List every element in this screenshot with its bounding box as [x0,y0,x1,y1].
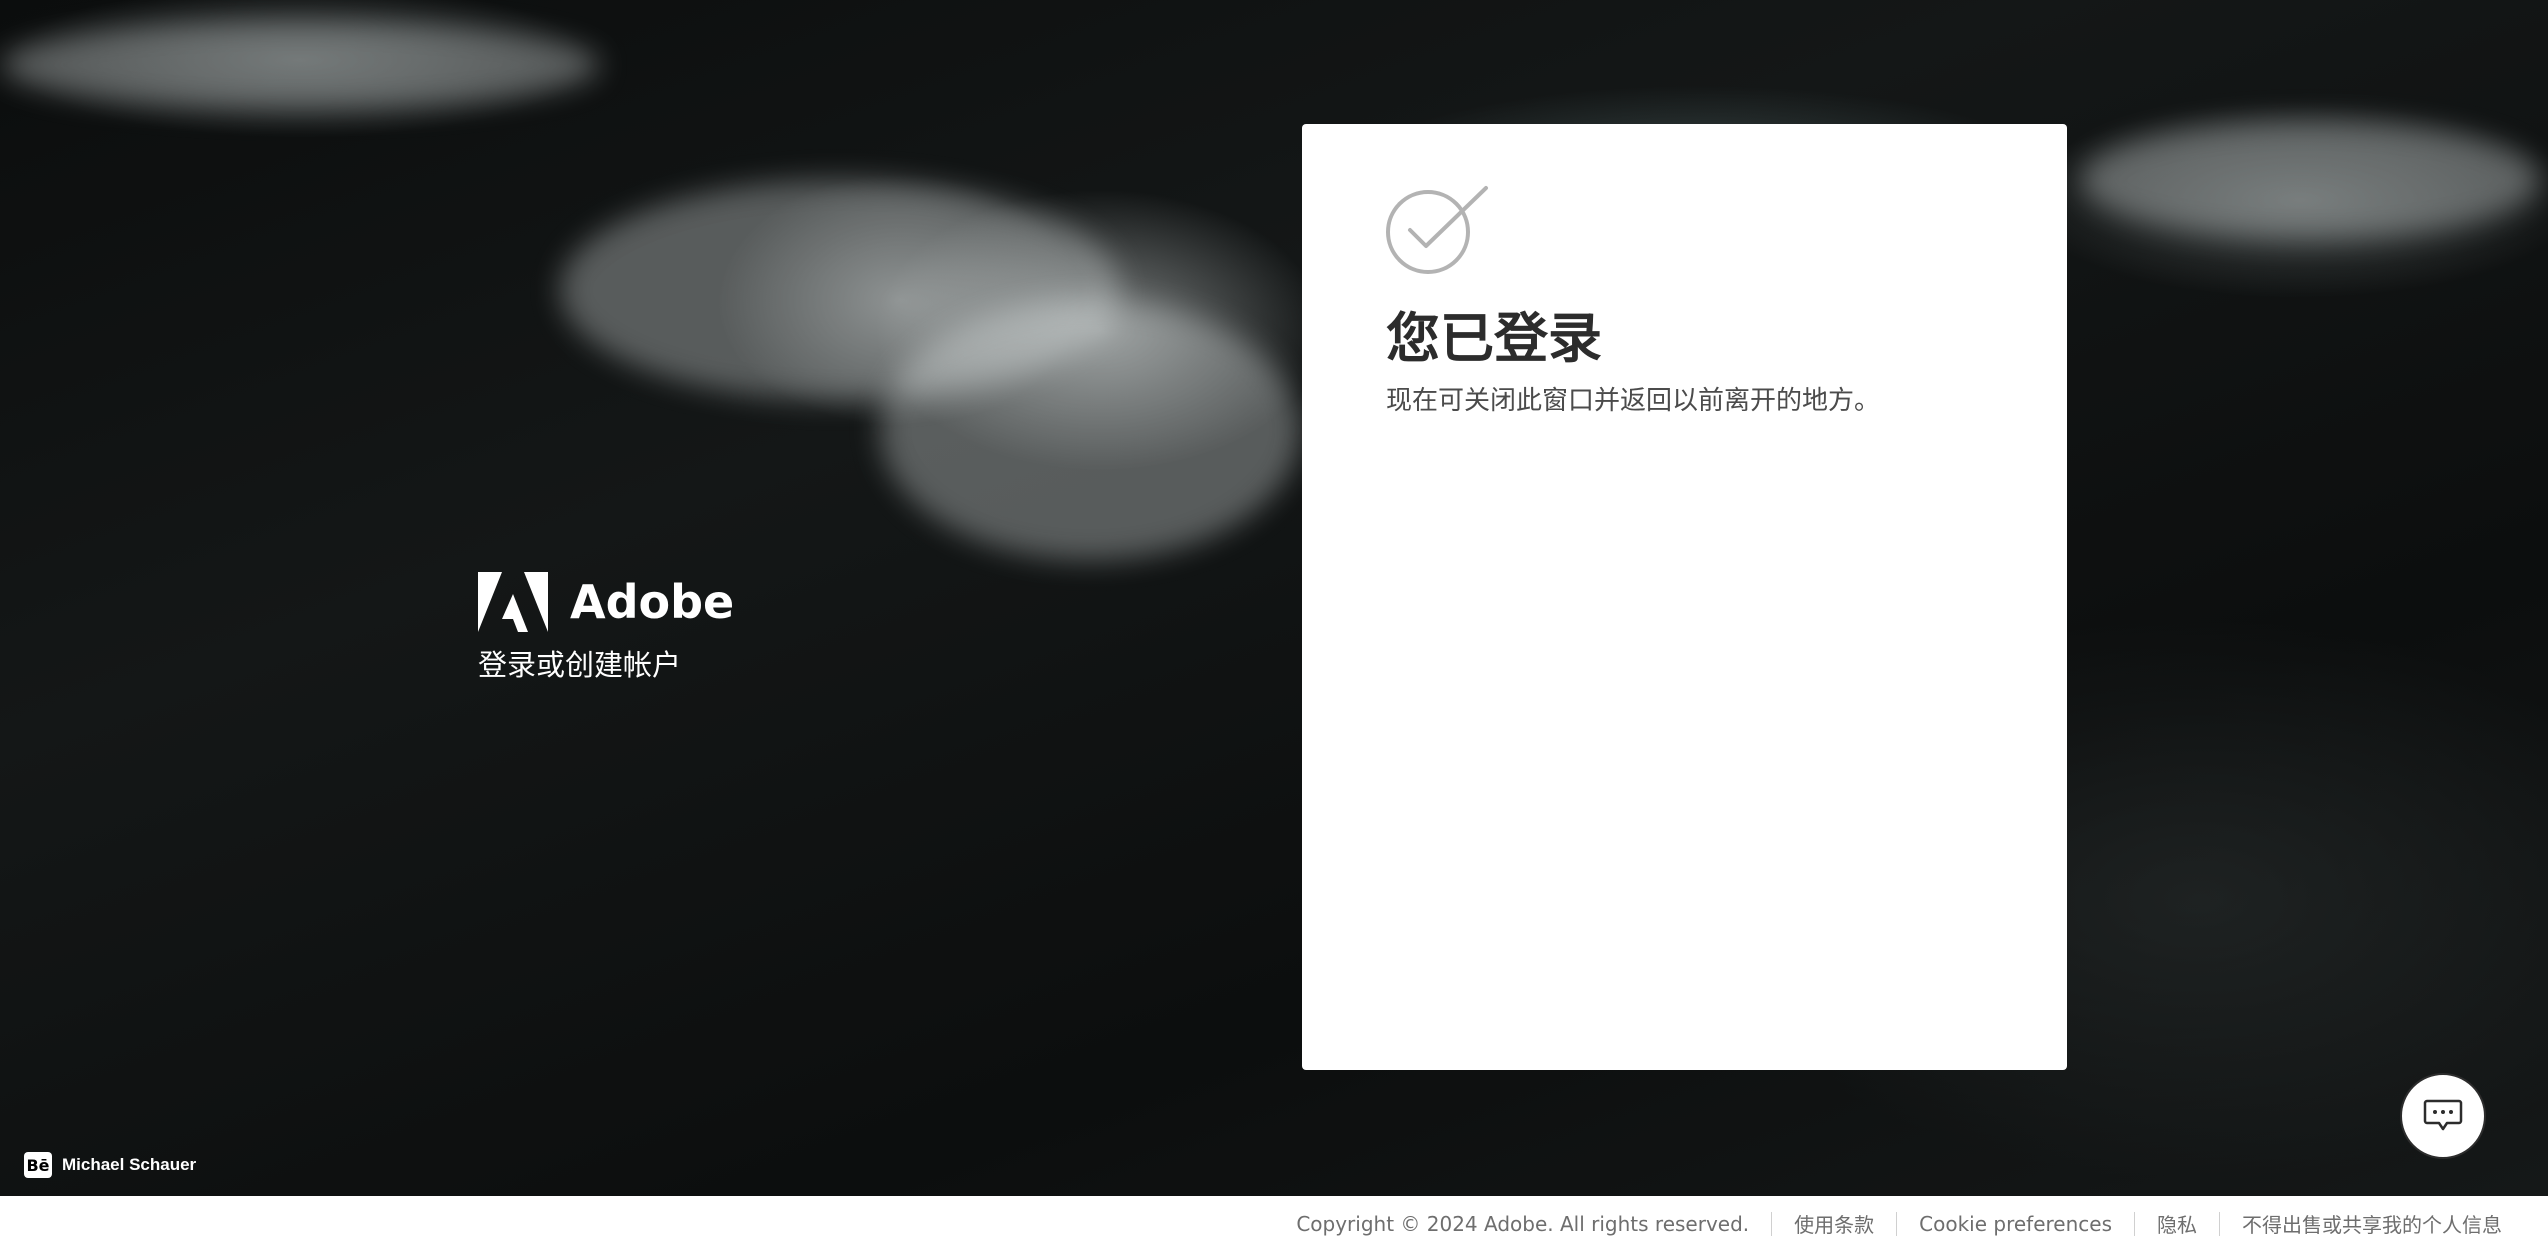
photo-credit[interactable]: Bē Michael Schauer [24,1152,196,1178]
footer-divider [1896,1211,1898,1236]
footer-link-cookie-preferences[interactable]: Cookie preferences [1919,1212,2112,1236]
wave-foam [0,20,600,110]
footer-link-do-not-sell[interactable]: 不得出售或共享我的个人信息 [2242,1209,2502,1238]
wave-foam [2080,120,2540,240]
footer-link-terms[interactable]: 使用条款 [1794,1209,1874,1238]
adobe-wordmark: Adobe [570,575,735,629]
footer-divider [1771,1211,1773,1236]
chat-icon [2423,1099,2463,1131]
background-image [0,0,2548,1196]
credit-author[interactable]: Michael Schauer [62,1155,196,1175]
footer-copyright: Copyright © 2024 Adobe. All rights reser… [1296,1211,1750,1236]
wave-foam [880,300,1300,560]
brand-subtitle: 登录或创建帐户 [478,648,682,682]
card-title: 您已登录 [1386,307,1602,370]
behance-icon: Bē [24,1152,52,1178]
brand-block: Adobe 登录或创建帐户 [478,572,734,684]
adobe-logo-icon [478,572,548,632]
footer-divider [2219,1211,2220,1236]
checkmark-circle-icon [1386,186,1488,274]
card-description: 现在可关闭此窗口并返回以前离开的地方。 [1386,386,1881,416]
footer-link-privacy[interactable]: 隐私 [2157,1209,2197,1238]
signed-in-card: 您已登录 现在可关闭此窗口并返回以前离开的地方。 [1302,124,2067,1070]
footer-divider [2134,1211,2135,1236]
chat-button[interactable] [2400,1073,2486,1159]
footer: Copyright © 2024 Adobe. All rights reser… [0,1196,2548,1251]
